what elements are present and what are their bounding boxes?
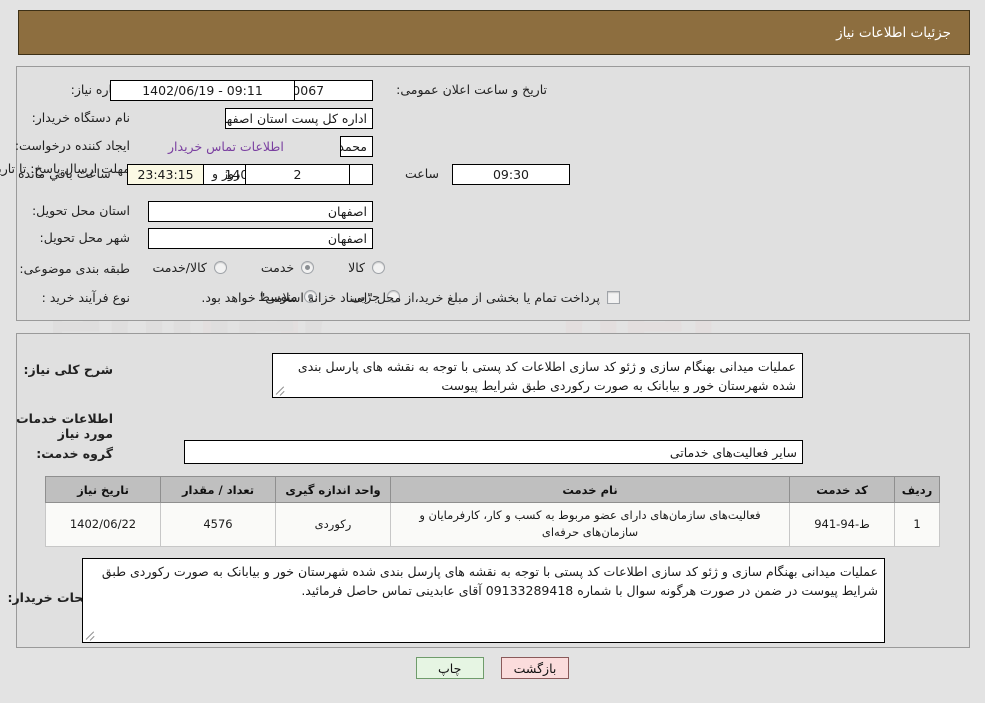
table-header-row: ردیف کد خدمت نام خدمت واحد اندازه گیری ت… — [45, 476, 940, 503]
action-button-bar: بازگشت چاپ — [0, 657, 985, 679]
treasury-checkbox-row[interactable]: پرداخت تمام یا بخشی از مبلغ خرید،از محل … — [201, 290, 620, 305]
creator-value: محمدرضا نامداری مسئول خدمات تدارکات ادار… — [340, 136, 373, 157]
general-desc-textarea[interactable]: عملیات میدانی بهنگام سازی و ژئو کد سازی … — [272, 353, 803, 398]
service-group-label: گروه خدمت: — [36, 446, 113, 461]
resize-grip-icon-notes[interactable] — [86, 631, 96, 641]
announce-datetime-label: تاریخ و ساعت اعلان عمومی: — [396, 82, 547, 97]
creator-label: ایجاد کننده درخواست: — [14, 138, 130, 153]
deadline-hour-label: ساعت — [404, 166, 439, 181]
radio-category-kala[interactable] — [372, 261, 385, 274]
services-info-heading: اطلاعات خدمات مورد نیاز — [16, 411, 113, 441]
cell-radif: 1 — [894, 502, 940, 547]
cell-unit: رکوردی — [275, 502, 391, 547]
province-label: استان محل تحویل: — [31, 203, 130, 218]
services-table: ردیف کد خدمت نام خدمت واحد اندازه گیری ت… — [45, 476, 940, 547]
cell-code: ط-94-941 — [789, 502, 895, 547]
treasury-checkbox-label: پرداخت تمام یا بخشی از مبلغ خرید،از محل … — [201, 290, 600, 305]
radio-category-khedmat[interactable] — [301, 261, 315, 274]
back-button[interactable]: بازگشت — [500, 657, 570, 679]
creator-row: ایجاد کننده درخواست: — [15, 138, 130, 153]
countdown-label: ساعت باقي مانده — [18, 166, 111, 181]
cell-name: فعالیت‌های سازمان‌های دارای عضو مربوط به… — [390, 502, 790, 547]
deadline-hour-value: 09:30 — [452, 164, 570, 185]
th-radif: ردیف — [894, 476, 940, 503]
province-value: اصفهان — [148, 201, 373, 222]
category-label: طبقه بندی موضوعی: — [19, 261, 130, 276]
table-row[interactable]: 1 ط-94-941 فعالیت‌های سازمان‌های دارای ع… — [45, 502, 940, 547]
need-info-panel — [16, 66, 970, 321]
page-root: AriaTender .net جزئیات اطلاعات نیاز شمار… — [0, 0, 985, 703]
buyer-org-value: اداره کل پست استان اصفهان — [225, 108, 373, 129]
radio-category-kala-khedmat[interactable] — [213, 261, 227, 274]
cell-qty: 4576 — [160, 502, 276, 547]
th-name: نام خدمت — [390, 476, 790, 503]
city-label: شهر محل تحویل: — [39, 230, 130, 245]
radio-category-kala-label: کالا — [348, 260, 365, 275]
treasury-checkbox[interactable] — [607, 291, 620, 304]
category-radio-group[interactable]: کالا خدمت کالا/خدمت — [152, 260, 385, 275]
th-unit: واحد اندازه گیری — [275, 476, 391, 503]
cell-date: 1402/06/22 — [45, 502, 161, 547]
process-label-row: نوع فرآیند خرید : — [42, 290, 130, 305]
remaining-days-value: 2 — [245, 164, 350, 185]
radio-category-khedmat-label: خدمت — [260, 260, 295, 275]
countdown-timer: 23:43:15 — [127, 164, 204, 185]
page-title: جزئیات اطلاعات نیاز — [836, 24, 951, 41]
service-group-value: سایر فعالیت‌های خدماتی — [184, 440, 803, 464]
general-desc-value: عملیات میدانی بهنگام سازی و ژئو کد سازی … — [297, 359, 796, 394]
buyer-org-label: نام دستگاه خریدار: — [31, 110, 130, 125]
announce-datetime-label-row: تاریخ و ساعت اعلان عمومی: — [396, 82, 547, 97]
process-label: نوع فرآیند خرید : — [41, 290, 130, 305]
print-button[interactable]: چاپ — [415, 657, 484, 679]
category-label-row: طبقه بندی موضوعی: — [19, 261, 130, 276]
th-date: تاریخ نیاز — [45, 476, 161, 503]
buyer-notes-textarea[interactable]: عملیات میدانی بهنگام سازی و ژئو کد سازی … — [82, 558, 885, 643]
th-qty: تعداد / مقدار — [160, 476, 276, 503]
buyer-contact-link[interactable]: اطلاعات تماس خریدار — [168, 139, 284, 154]
announce-datetime-value: 09:11 - 1402/06/19 — [110, 80, 295, 101]
resize-grip-icon[interactable] — [276, 386, 286, 396]
city-value: اصفهان — [148, 228, 373, 249]
province-row: استان محل تحویل: — [32, 203, 130, 218]
remaining-days-label: روز و — [212, 166, 241, 181]
buyer-notes-value: عملیات میدانی بهنگام سازی و ژئو کد سازی … — [101, 564, 878, 599]
buyer-org-row: نام دستگاه خریدار: — [32, 110, 130, 125]
general-desc-label: شرح کلی نیاز: — [23, 362, 113, 377]
window-title-bar: جزئیات اطلاعات نیاز — [18, 10, 970, 55]
city-row: شهر محل تحویل: — [40, 230, 130, 245]
radio-category-kala-khedmat-label: کالا/خدمت — [152, 260, 207, 275]
th-code: کد خدمت — [789, 476, 895, 503]
